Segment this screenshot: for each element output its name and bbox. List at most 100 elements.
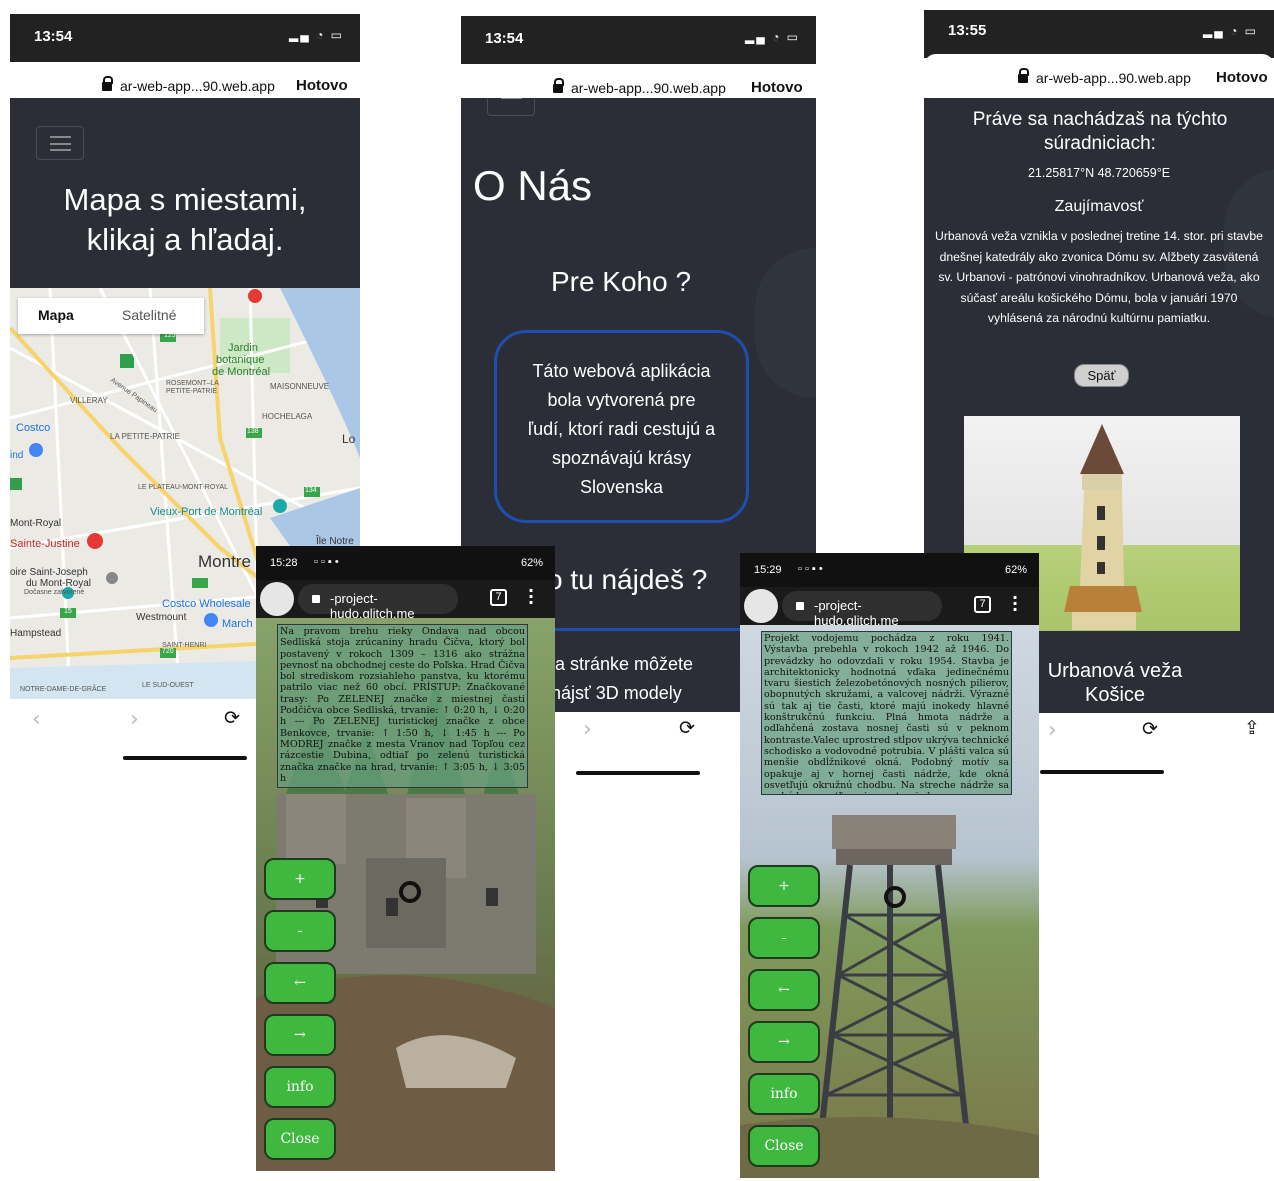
url-text[interactable]: ar-web-app...90.web.app xyxy=(120,78,275,94)
hero-title: Mapa s miestami, klikaj a hľadaj. xyxy=(10,180,360,260)
status-bar: 13:55 ▂▄ ◔ ▭ xyxy=(924,10,1274,58)
status-icons: ▫ ▫ ▪ • xyxy=(314,556,339,568)
info-panel: Projekt vodojemu pochádza z roku 1941. V… xyxy=(761,631,1012,795)
status-time: 13:54 xyxy=(34,28,73,45)
zoom-out-button[interactable]: - xyxy=(264,910,336,952)
signal-wifi-battery-icon: ▂▄ ◔ ▭ xyxy=(1203,24,1258,38)
url-text[interactable]: ar-web-app...90.web.app xyxy=(571,80,726,96)
close-button[interactable]: Close xyxy=(264,1118,336,1160)
ar-camera-view[interactable]: Na pravom brehu rieky Ondava nad obcou S… xyxy=(256,618,555,1171)
forward-button[interactable]: › xyxy=(1048,718,1057,743)
signal-wifi-battery-icon: ▂▄ ◔ ▭ xyxy=(745,30,800,44)
home-indicator xyxy=(576,771,700,775)
second-card-line: nájsť 3D modely xyxy=(551,683,682,703)
home-indicator xyxy=(1040,770,1164,774)
status-time: 13:55 xyxy=(948,22,987,39)
battery-percent: 62% xyxy=(520,557,543,569)
info-button[interactable]: info xyxy=(748,1073,820,1115)
status-time: 15:29 xyxy=(754,564,782,576)
coords-value: 21.25817°N 48.720659°E xyxy=(1027,166,1171,180)
map-label: VILLERAY xyxy=(70,396,108,405)
phone-ar-castle: 15:28 ▫ ▫ ▪ • 62% -project-hudo.glitch.m… xyxy=(256,546,555,1171)
page-heading: O Nás xyxy=(473,162,593,209)
lock-icon xyxy=(312,595,320,603)
map-label: LE SUD-OUEST xyxy=(142,682,194,689)
map-label: ind xyxy=(10,450,24,461)
poi-title: Zaujímavosť xyxy=(1054,198,1144,215)
back-button[interactable]: Späť xyxy=(1074,364,1129,387)
back-button[interactable]: ‹ xyxy=(32,707,41,732)
card-line: Slovenska xyxy=(579,477,664,497)
status-bar: 13:54 ▂▄ ◔ ▭ xyxy=(461,16,816,64)
map-label: Mont-Royal xyxy=(10,518,62,529)
rotate-right-button[interactable]: → xyxy=(748,1021,820,1063)
card-line: Táto webová aplikácia xyxy=(532,361,711,381)
map-type-tabs: Mapa Satelitné xyxy=(18,298,204,334)
status-bar: 15:29 ▫ ▫ ▪ • 62% xyxy=(740,553,1039,587)
map-label: oire Saint-Joseph xyxy=(10,567,88,578)
rotate-left-button[interactable]: ← xyxy=(264,962,336,1004)
map-label: de Montréal xyxy=(212,366,271,378)
menu-toggle-button[interactable] xyxy=(36,126,84,160)
reload-icon[interactable]: ⟳ xyxy=(1142,718,1158,740)
map-label: Costco Wholesale xyxy=(162,598,251,610)
forward-button[interactable]: › xyxy=(583,717,592,742)
rotate-left-button[interactable]: ← xyxy=(748,969,820,1011)
share-icon[interactable]: ⇪ xyxy=(1244,717,1260,739)
done-button[interactable]: Hotovo xyxy=(296,77,348,94)
map-label: NOTRE-DAME-DE-GRÂCE xyxy=(20,686,107,693)
avatar[interactable] xyxy=(260,582,294,616)
reload-icon[interactable]: ⟳ xyxy=(224,707,240,729)
hero-section: Mapa s miestami, klikaj a hľadaj. xyxy=(10,98,360,288)
status-time: 15:28 xyxy=(270,557,298,569)
avatar[interactable] xyxy=(744,589,778,623)
map-label: 134 xyxy=(305,487,317,494)
address-pill[interactable]: -project-hudo.glitch.me xyxy=(782,591,942,628)
url-text[interactable]: ar-web-app...90.web.app xyxy=(1036,70,1191,86)
coords-title: Práve sa nachádzaš na týchto súradniciac… xyxy=(972,109,1228,154)
forward-button[interactable]: › xyxy=(130,707,139,732)
map-label: MAISONNEUVE xyxy=(270,382,330,391)
map-label: Hampstead xyxy=(10,628,62,639)
tab-count-button[interactable]: 7 xyxy=(974,596,991,613)
map-label: 125 xyxy=(164,332,176,339)
second-card-line: a stránke môžete xyxy=(555,654,694,674)
hamburger-icon xyxy=(501,98,522,99)
more-menu-icon[interactable]: · · · xyxy=(1012,590,1018,618)
tab-map[interactable]: Mapa xyxy=(38,307,74,323)
poi-description: Urbanová veža vznikla v poslednej tretin… xyxy=(935,229,1263,325)
done-button[interactable]: Hotovo xyxy=(1216,69,1268,86)
map-label: 15 xyxy=(64,608,72,615)
map-label: 138 xyxy=(247,428,259,435)
ar-camera-view[interactable]: Projekt vodojemu pochádza z roku 1941. V… xyxy=(740,625,1039,1178)
status-bar: 13:54 ▂▄ ◔ ▭ xyxy=(10,14,360,62)
zoom-in-button[interactable]: + xyxy=(748,865,820,907)
status-time: 13:54 xyxy=(485,30,524,47)
signal-wifi-battery-icon: ▂▄ ◔ ▭ xyxy=(289,28,344,42)
rotate-right-button[interactable]: → xyxy=(264,1014,336,1056)
info-button[interactable]: info xyxy=(264,1066,336,1108)
hero-line-2: klikaj a hľadaj. xyxy=(86,222,284,257)
menu-toggle-button[interactable] xyxy=(487,98,535,116)
address-pill[interactable]: -project-hudo.glitch.me xyxy=(298,584,458,621)
map-label: botanique xyxy=(216,354,265,366)
reload-icon[interactable]: ⟳ xyxy=(679,717,695,739)
map-label: du Mont-Royal xyxy=(26,578,92,589)
tab-satellite[interactable]: Satelitné xyxy=(122,307,176,323)
zoom-in-button[interactable]: + xyxy=(264,858,336,900)
done-button[interactable]: Hotovo xyxy=(751,79,803,96)
tab-count-button[interactable]: 7 xyxy=(490,589,507,606)
zoom-out-button[interactable]: - xyxy=(748,917,820,959)
map-label: LE PLATEAU-MONT-ROYAL xyxy=(138,484,228,491)
more-menu-icon[interactable]: · · · xyxy=(528,583,534,611)
hero-line-1: Mapa s miestami, xyxy=(63,182,307,217)
phone-ar-watertower: 15:29 ▫ ▫ ▪ • 62% -project-hudo.glitch.m… xyxy=(740,553,1039,1178)
url-bar: -project-hudo.glitch.me 7 · · · xyxy=(256,580,555,621)
close-button[interactable]: Close xyxy=(748,1125,820,1167)
home-indicator xyxy=(123,756,247,760)
hamburger-icon xyxy=(50,136,71,151)
status-icons: ▫ ▫ ▪ • xyxy=(798,563,823,575)
info-panel: Na pravom brehu rieky Ondava nad obcou S… xyxy=(277,624,528,788)
map-label: Jardin xyxy=(228,342,258,354)
lock-icon xyxy=(796,602,804,610)
